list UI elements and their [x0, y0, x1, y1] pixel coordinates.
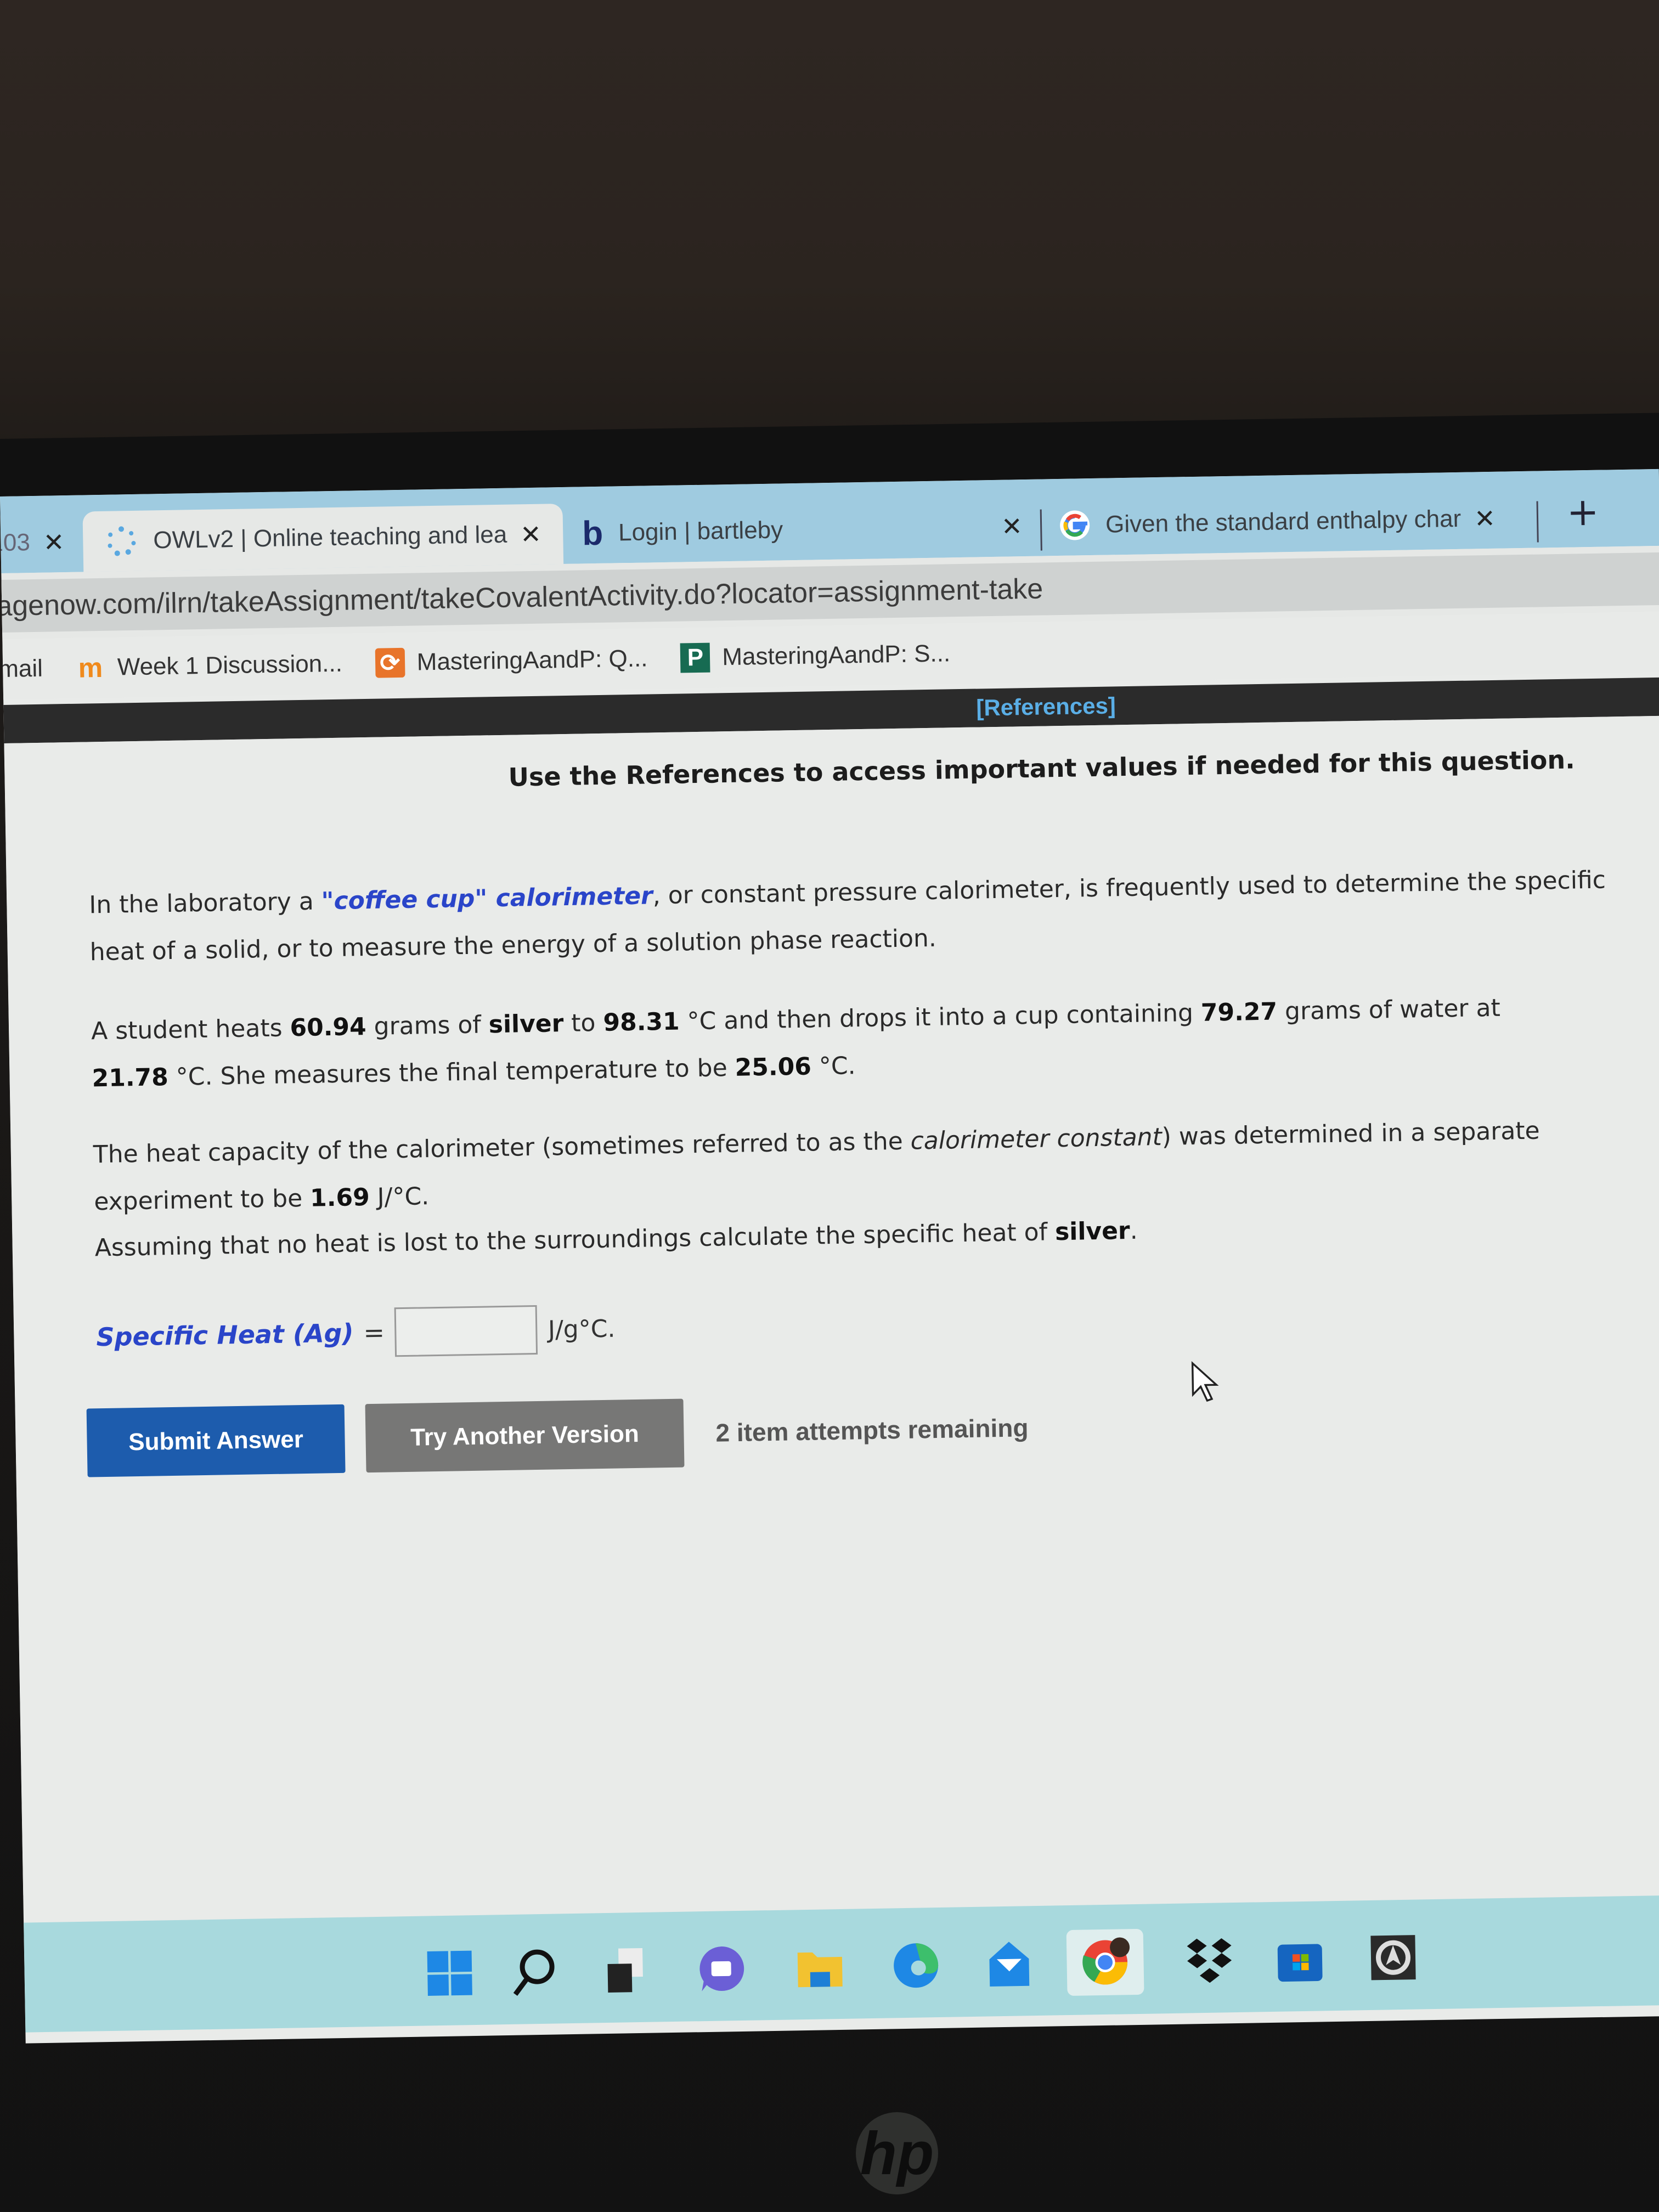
- action-row: Submit Answer Try Another Version 2 item…: [86, 1393, 1029, 1477]
- submit-answer-button[interactable]: Submit Answer: [86, 1404, 346, 1477]
- tab-title: Login | bartleby: [618, 516, 783, 546]
- microsoft-store-icon[interactable]: [1272, 1931, 1328, 1987]
- taskbar: [24, 1894, 1659, 2033]
- background-wall: [0, 0, 1659, 472]
- mouse-cursor-icon: [1191, 1361, 1219, 1402]
- temp-water: 21.78: [92, 1063, 169, 1093]
- bookmark-week1[interactable]: m Week 1 Discussion...: [75, 649, 343, 684]
- question-page: Use the References to access important v…: [4, 715, 1659, 1895]
- mail-app-icon[interactable]: [981, 1936, 1037, 1992]
- metal-name: silver: [488, 1009, 564, 1039]
- tab-title: Given the standard enthalpy char: [1105, 505, 1462, 538]
- references-link[interactable]: [References]: [976, 692, 1116, 721]
- close-icon[interactable]: ✕: [1474, 504, 1496, 534]
- bartleby-b-icon: b: [582, 514, 603, 552]
- close-icon[interactable]: ✕: [988, 496, 1023, 557]
- hp-logo: hp: [856, 2112, 938, 2194]
- references-note: Use the References to access important v…: [508, 744, 1576, 792]
- specific-heat-input[interactable]: [394, 1305, 538, 1357]
- moodle-m-icon: m: [78, 652, 103, 684]
- close-icon[interactable]: ✕: [43, 527, 64, 557]
- calorimeter-constant: 1.69: [309, 1183, 370, 1212]
- answer-row: Specific Heat (Ag) = J/g°C.: [96, 1304, 616, 1362]
- search-icon[interactable]: [507, 1944, 563, 2000]
- edge-icon[interactable]: [888, 1938, 944, 1994]
- experiment-paragraph: A student heats 60.94 grams of silver to…: [91, 994, 1501, 1093]
- calorimeter-link[interactable]: "coffee cup" calorimeter: [321, 882, 653, 915]
- temp-metal: 98.31: [603, 1007, 680, 1037]
- bookmark-label: mail: [0, 654, 43, 683]
- answer-unit: J/g°C.: [548, 1314, 616, 1344]
- file-explorer-icon[interactable]: [792, 1939, 848, 1995]
- tab-separator: [1040, 509, 1042, 551]
- bookmark-mastering-s[interactable]: P MasteringAandP: S...: [680, 639, 951, 673]
- mass-water: 79.27: [1200, 997, 1278, 1027]
- bookmark-label: MasteringAandP: S...: [721, 640, 951, 671]
- attempts-remaining: 2 item attempts remaining: [715, 1413, 1029, 1447]
- answer-label: Specific Heat (Ag): [95, 1318, 354, 1352]
- google-g-icon: [1059, 510, 1091, 541]
- intro-paragraph: In the laboratory a "coffee cup" calorim…: [88, 866, 1606, 967]
- chrome-icon[interactable]: [1066, 1928, 1144, 1996]
- mass-silver: 60.94: [290, 1013, 367, 1042]
- close-icon[interactable]: ✕: [520, 520, 541, 550]
- dropbox-icon[interactable]: [1182, 1933, 1238, 1989]
- bookmark-mail[interactable]: mail: [0, 655, 43, 683]
- tab-google[interactable]: Given the standard enthalpy char ✕: [1059, 488, 1496, 556]
- tab-title: 103: [0, 529, 31, 557]
- temp-final: 25.06: [735, 1052, 812, 1082]
- equals-sign: =: [363, 1317, 385, 1348]
- windows-start-icon[interactable]: [422, 1945, 478, 2001]
- laptop-screen: 103 ✕ OWLv2 | Online teaching and lea ✕ …: [0, 469, 1659, 2044]
- bookmark-mastering-q[interactable]: ⟳ MasteringAandP: Q...: [375, 644, 648, 678]
- teams-chat-icon[interactable]: [693, 1941, 749, 1997]
- pearson-p-icon: P: [680, 642, 710, 673]
- bookmark-label: Week 1 Discussion...: [117, 650, 343, 681]
- tab-partial[interactable]: 103 ✕: [0, 512, 65, 573]
- app-shield-icon[interactable]: [1365, 1929, 1421, 1985]
- owl-spinner-icon: [105, 524, 138, 558]
- new-tab-button[interactable]: +: [1566, 489, 1599, 535]
- tab-owlv2[interactable]: OWLv2 | Online teaching and lea ✕: [82, 503, 564, 572]
- task-view-icon[interactable]: [597, 1943, 653, 1999]
- tab-bartleby[interactable]: b Login | bartleby: [582, 500, 783, 563]
- tab-title: OWLv2 | Online teaching and lea: [153, 521, 507, 554]
- bookmark-label: MasteringAandP: Q...: [416, 645, 648, 676]
- url-text: agenow.com/ilrn/takeAssignment/takeCoval…: [0, 573, 1043, 623]
- mastering-orange-icon: ⟳: [375, 647, 405, 678]
- tab-separator: [1536, 501, 1539, 543]
- try-another-version-button[interactable]: Try Another Version: [365, 1398, 685, 1473]
